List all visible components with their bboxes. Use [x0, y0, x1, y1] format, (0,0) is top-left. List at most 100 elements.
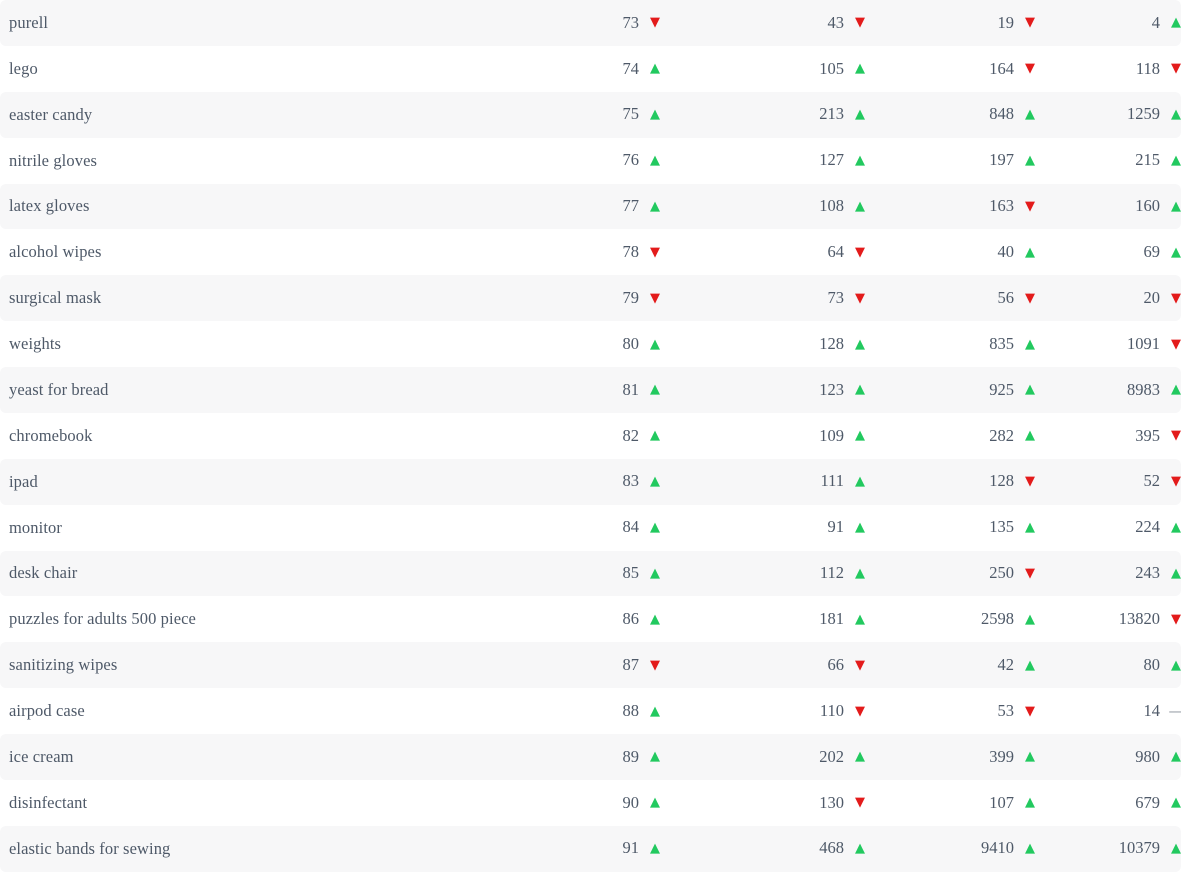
metric-cell-4: 52 ▼ — [1040, 473, 1181, 490]
trend-up-icon: ▲ — [1171, 565, 1181, 581]
metric-value: 89 — [622, 746, 640, 766]
table-row[interactable]: nitrile gloves 76 ▲ 127 ▲ 197 ▲ 215 ▲ — [0, 137, 1181, 184]
table-row[interactable]: monitor 84 ▲ 91 ▲ 135 ▲ 224 ▲ — [0, 504, 1181, 551]
metric-value: 1259 — [1127, 104, 1160, 124]
table-row[interactable]: disinfectant 90 ▲ 130 ▼ 107 ▲ 679 ▲ — [0, 779, 1181, 826]
trend-up-icon: ▲ — [855, 565, 865, 581]
table-row[interactable]: desk chair 85 ▲ 112 ▲ 250 ▼ 243 ▲ — [0, 550, 1181, 597]
trend-up-icon: ▲ — [1171, 795, 1181, 811]
metric-value: 64 — [827, 242, 845, 262]
table-row[interactable]: weights 80 ▲ 128 ▲ 835 ▲ 1091 ▼ — [0, 321, 1181, 367]
table-row[interactable]: airpod case 88 ▲ 110 ▼ 53 ▼ 14 — — [0, 688, 1181, 734]
trend-up-icon: ▲ — [855, 474, 865, 490]
trend-flat-icon: — — [1166, 703, 1181, 719]
trend-up-icon: ▲ — [650, 382, 660, 398]
trend-up-icon: ▲ — [1025, 107, 1035, 123]
search-term-cell: alcohol wipes — [9, 242, 102, 262]
trend-down-icon: ▼ — [1025, 565, 1035, 581]
trend-down-icon: ▼ — [1025, 15, 1035, 31]
trend-up-icon: ▲ — [1171, 15, 1181, 31]
metric-cell-2: 111 ▲ — [665, 473, 870, 490]
trend-up-icon: ▲ — [855, 382, 865, 398]
metric-value: 79 — [622, 287, 640, 307]
trend-up-icon: ▲ — [1025, 657, 1035, 673]
trend-up-icon: ▲ — [1025, 153, 1035, 169]
metric-value: 1091 — [1127, 333, 1160, 353]
trend-up-icon: ▲ — [650, 61, 660, 77]
metric-value: 83 — [622, 471, 640, 491]
metric-cell-4: 118 ▼ — [1040, 60, 1181, 78]
table-row[interactable]: lego 74 ▲ 105 ▲ 164 ▼ 118 ▼ — [0, 45, 1181, 92]
trend-up-icon: ▲ — [650, 428, 660, 444]
metric-value: 128 — [819, 333, 844, 353]
trend-up-icon: ▲ — [1025, 795, 1035, 811]
metric-value: 85 — [622, 563, 640, 583]
metric-value: 76 — [622, 150, 640, 170]
trend-up-icon: ▲ — [1171, 153, 1181, 169]
metric-value: 19 — [997, 12, 1015, 32]
table-row[interactable]: purell 73 ▼ 43 ▼ 19 ▼ 4 ▲ — [0, 0, 1181, 46]
trend-down-icon: ▼ — [1025, 198, 1035, 214]
trend-up-icon: ▲ — [1171, 657, 1181, 673]
search-term-cell: puzzles for adults 500 piece — [9, 609, 196, 629]
trend-up-icon: ▲ — [650, 565, 660, 581]
search-term-cell: purell — [9, 12, 49, 32]
metric-value: 66 — [827, 654, 845, 674]
metric-value: 160 — [1135, 196, 1160, 216]
metric-value: 197 — [989, 150, 1014, 170]
metric-value: 980 — [1135, 746, 1160, 766]
trend-up-icon: ▲ — [1025, 520, 1035, 536]
metric-cell-1: 90 ▲ — [575, 794, 665, 812]
metric-value: 109 — [819, 425, 844, 445]
metric-value: 42 — [997, 654, 1015, 674]
metric-cell-4: 1091 ▼ — [1040, 333, 1181, 353]
metric-cell-1: 89 ▲ — [575, 746, 665, 766]
metric-cell-3: 250 ▼ — [870, 565, 1040, 582]
metric-value: 164 — [989, 58, 1014, 78]
trend-up-icon: ▲ — [650, 198, 660, 214]
table-row[interactable]: puzzles for adults 500 piece 86 ▲ 181 ▲ 2598 ▲… — [0, 596, 1181, 643]
trend-down-icon: ▼ — [650, 657, 660, 673]
search-term-cell: disinfectant — [9, 792, 88, 812]
metric-value: 91 — [827, 517, 845, 537]
metric-value: 163 — [989, 196, 1014, 216]
trend-up-icon: ▲ — [855, 841, 865, 857]
metric-cell-3: 128 ▼ — [870, 473, 1040, 490]
metric-cell-4: 8983 ▲ — [1040, 381, 1181, 399]
metric-value: 73 — [827, 287, 845, 307]
table-row[interactable]: easter candy 75 ▲ 213 ▲ 848 ▲ 1259 ▲ — [0, 91, 1181, 138]
metric-cell-2: 73 ▼ — [665, 287, 870, 307]
table-row[interactable]: sanitizing wipes 87 ▼ 66 ▼ 42 ▲ 80 ▲ — [0, 642, 1181, 689]
table-row[interactable]: surgical mask 79 ▼ 73 ▼ 56 ▼ 20 ▼ — [0, 275, 1181, 322]
metric-value: 13820 — [1118, 609, 1160, 629]
search-term-cell: elastic bands for sewing — [9, 838, 171, 858]
table-row[interactable]: alcohol wipes 78 ▼ 64 ▼ 40 ▲ 69 ▲ — [0, 229, 1181, 276]
metric-value: 53 — [997, 700, 1015, 720]
metric-value: 213 — [819, 104, 844, 124]
trend-up-icon: ▲ — [1171, 198, 1181, 214]
trend-up-icon: ▲ — [650, 107, 660, 123]
trend-up-icon: ▲ — [650, 474, 660, 490]
trend-down-icon: ▼ — [1025, 703, 1035, 719]
metric-cell-3: 2598 ▲ — [870, 611, 1040, 628]
trend-up-icon: ▲ — [855, 153, 865, 169]
search-term-cell: desk chair — [9, 563, 78, 583]
table-row[interactable]: latex gloves 77 ▲ 108 ▲ 163 ▼ 160 ▲ — [0, 183, 1181, 230]
search-term-cell: airpod case — [9, 701, 85, 721]
metric-value: 87 — [622, 654, 640, 674]
trend-up-icon: ▲ — [1025, 336, 1035, 352]
metric-value: 110 — [819, 700, 844, 720]
table-row[interactable]: chromebook 82 ▲ 109 ▲ 282 ▲ 395 ▼ — [0, 412, 1181, 459]
table-row[interactable]: elastic bands for sewing 91 ▲ 468 ▲ 9410 ▲ 1037… — [0, 825, 1181, 872]
metric-cell-2: 202 ▲ — [665, 748, 870, 766]
metric-value: 107 — [989, 792, 1014, 812]
table-row[interactable]: yeast for bread 81 ▲ 123 ▲ 925 ▲ 8983 ▲ — [0, 367, 1181, 413]
table-row[interactable]: ice cream 89 ▲ 202 ▲ 399 ▲ 980 ▲ — [0, 734, 1181, 780]
metric-cell-2: 66 ▼ — [665, 654, 870, 674]
table-row[interactable]: ipad 83 ▲ 111 ▲ 128 ▼ 52 ▼ — [0, 458, 1181, 505]
metric-cell-4: 215 ▲ — [1040, 152, 1181, 169]
metric-cell-3: 848 ▲ — [870, 106, 1040, 123]
trend-down-icon: ▼ — [855, 795, 865, 811]
trend-up-icon: ▲ — [1171, 841, 1181, 857]
trend-up-icon: ▲ — [1025, 428, 1035, 444]
